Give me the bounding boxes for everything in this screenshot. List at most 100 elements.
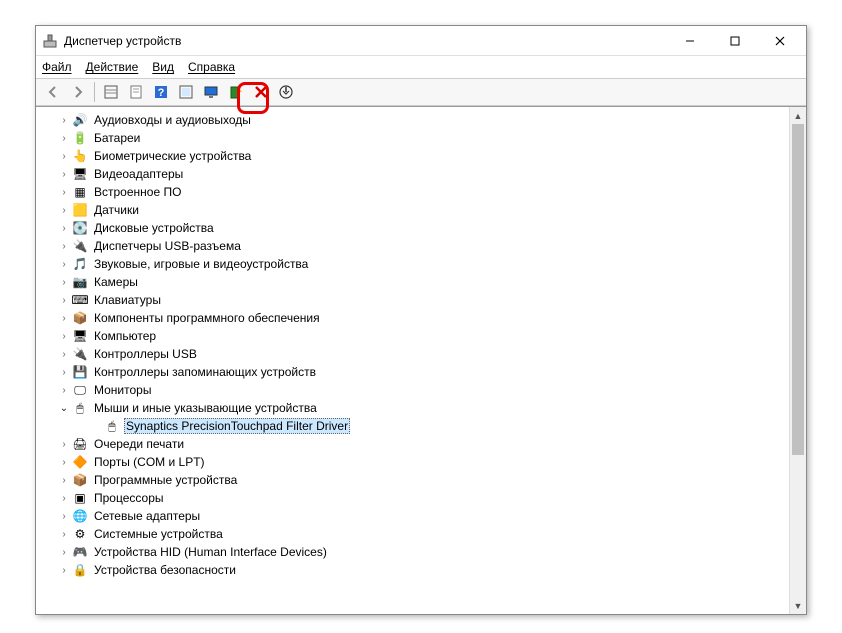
tree-node-label: Очереди печати: [92, 437, 186, 451]
battery-icon: 🔋: [72, 130, 88, 146]
print-icon: 🖨: [72, 436, 88, 452]
device-tree[interactable]: ›🔊Аудиовходы и аудиовыходы›🔋Батареи›👆Био…: [36, 107, 789, 614]
system-icon: ⚙: [72, 526, 88, 542]
tree-node[interactable]: ›⌨Клавиатуры: [36, 291, 789, 309]
tree-node[interactable]: ›💽Дисковые устройства: [36, 219, 789, 237]
tree-node-label: Мониторы: [92, 383, 153, 397]
sensor-icon: 🟨: [72, 202, 88, 218]
tree-node-label: Сетевые адаптеры: [92, 509, 202, 523]
expand-icon[interactable]: ›: [56, 472, 72, 488]
help-button[interactable]: ?: [150, 81, 172, 103]
window-controls: [667, 26, 802, 55]
content-area: ›🔊Аудиовходы и аудиовыходы›🔋Батареи›👆Био…: [36, 106, 806, 614]
tree-node[interactable]: ›🔌 Диспетчеры USB-разъема: [36, 237, 789, 255]
nav-forward-button[interactable]: [67, 81, 89, 103]
expand-icon[interactable]: ›: [56, 346, 72, 362]
tree-node[interactable]: ›🌐Сетевые адаптеры: [36, 507, 789, 525]
close-button[interactable]: [757, 26, 802, 55]
tree-node-label: Аудиовходы и аудиовыходы: [92, 113, 253, 127]
expand-icon[interactable]: ›: [56, 184, 72, 200]
monitor-button[interactable]: [200, 81, 222, 103]
tree-leaf[interactable]: 🖱Synaptics PrecisionTouchpad Filter Driv…: [36, 417, 789, 435]
sound-icon: 🎵: [72, 256, 88, 272]
expand-icon[interactable]: ›: [56, 256, 72, 272]
expand-icon[interactable]: ›: [56, 112, 72, 128]
expand-icon[interactable]: ›: [56, 508, 72, 524]
scroll-down-button[interactable]: ▼: [790, 597, 806, 614]
maximize-button[interactable]: [712, 26, 757, 55]
expand-icon[interactable]: ›: [56, 526, 72, 542]
expand-icon[interactable]: ›: [56, 490, 72, 506]
tree-node[interactable]: ›▦Встроенное ПО: [36, 183, 789, 201]
tree-node[interactable]: ›💾 Контроллеры запоминающих устройств: [36, 363, 789, 381]
tree-node[interactable]: ›🔒Устройства безопасности: [36, 561, 789, 579]
tree-node[interactable]: ›🎵 Звуковые, игровые и видеоустройства: [36, 255, 789, 273]
tree-node[interactable]: ›👆Биометрические устройства: [36, 147, 789, 165]
tree-node-label: Порты (COM и LPT): [92, 455, 207, 469]
disable-device-button[interactable]: [275, 81, 297, 103]
expand-icon[interactable]: ›: [56, 310, 72, 326]
menu-file[interactable]: Файл: [42, 60, 72, 74]
tree-node-label: Программные устройства: [92, 473, 239, 487]
scroll-up-button[interactable]: ▲: [790, 107, 806, 124]
storage-icon: 💾: [72, 364, 88, 380]
tree-node[interactable]: ›🔌Контроллеры USB: [36, 345, 789, 363]
expand-icon[interactable]: ›: [56, 220, 72, 236]
tree-node[interactable]: ›📦Программные устройства: [36, 471, 789, 489]
expand-icon[interactable]: ›: [56, 274, 72, 290]
sw-icon: 📦: [72, 310, 88, 326]
tree-node[interactable]: ›▣Процессоры: [36, 489, 789, 507]
tree-node[interactable]: ›🔋Батареи: [36, 129, 789, 147]
tree-node[interactable]: ›🖥Компьютер: [36, 327, 789, 345]
expand-icon[interactable]: ›: [56, 202, 72, 218]
tree-node-label: Диспетчеры USB-разъема: [92, 239, 243, 253]
tree-node[interactable]: ⌄🖱Мыши и иные указывающие устройства: [36, 399, 789, 417]
expand-icon[interactable]: ›: [56, 130, 72, 146]
show-hide-tree-button[interactable]: [100, 81, 122, 103]
mouse-icon: 🖱: [72, 400, 88, 416]
tree-node[interactable]: ›⚙Системные устройства: [36, 525, 789, 543]
usb-icon: 🔌: [72, 238, 88, 254]
expand-icon[interactable]: ›: [56, 166, 72, 182]
tree-node[interactable]: ›🎮 Устройства HID (Human Interface Device…: [36, 543, 789, 561]
expand-icon[interactable]: ›: [56, 436, 72, 452]
tree-node-label: Звуковые, игровые и видеоустройства: [92, 257, 310, 271]
uninstall-device-button[interactable]: [250, 81, 272, 103]
expand-icon[interactable]: ›: [56, 148, 72, 164]
display-icon: 🖥: [72, 166, 88, 182]
expand-icon[interactable]: ›: [56, 454, 72, 470]
tree-node-label: Встроенное ПО: [92, 185, 183, 199]
tree-node[interactable]: ›🖵 Мониторы: [36, 381, 789, 399]
tree-node[interactable]: ›🖨 Очереди печати: [36, 435, 789, 453]
monitor-icon: 🖵: [72, 382, 88, 398]
collapse-icon[interactable]: ⌄: [56, 400, 72, 416]
expand-icon[interactable]: ›: [56, 364, 72, 380]
vertical-scrollbar[interactable]: ▲ ▼: [789, 107, 806, 614]
tree-node[interactable]: ›🔊Аудиовходы и аудиовыходы: [36, 111, 789, 129]
update-driver-button[interactable]: [225, 81, 247, 103]
expand-icon[interactable]: ›: [56, 292, 72, 308]
scroll-track[interactable]: [790, 124, 806, 597]
tree-node[interactable]: ›🔶Порты (COM и LPT): [36, 453, 789, 471]
expand-icon[interactable]: ›: [56, 238, 72, 254]
properties-button[interactable]: [125, 81, 147, 103]
hid-icon: 🎮: [72, 544, 88, 560]
expand-icon[interactable]: ›: [56, 382, 72, 398]
nav-back-button[interactable]: [42, 81, 64, 103]
expand-icon[interactable]: ›: [56, 562, 72, 578]
expand-icon[interactable]: ›: [56, 544, 72, 560]
scroll-thumb[interactable]: [792, 124, 804, 455]
tree-node[interactable]: ›🖥Видеоадаптеры: [36, 165, 789, 183]
scan-hardware-button[interactable]: [175, 81, 197, 103]
tree-node-label: Контроллеры запоминающих устройств: [92, 365, 318, 379]
tree-node[interactable]: ›📦Компоненты программного обеспечения: [36, 309, 789, 327]
minimize-button[interactable]: [667, 26, 712, 55]
menu-action[interactable]: Действие: [86, 60, 139, 74]
menu-view[interactable]: Вид: [152, 60, 174, 74]
tree-node-label: Устройства HID (Human Interface Devices): [92, 545, 329, 559]
menu-help[interactable]: Справка: [188, 60, 235, 74]
tree-node[interactable]: ›📷Камеры: [36, 273, 789, 291]
tree-node-label: Контроллеры USB: [92, 347, 199, 361]
expand-icon[interactable]: ›: [56, 328, 72, 344]
tree-node[interactable]: ›🟨Датчики: [36, 201, 789, 219]
